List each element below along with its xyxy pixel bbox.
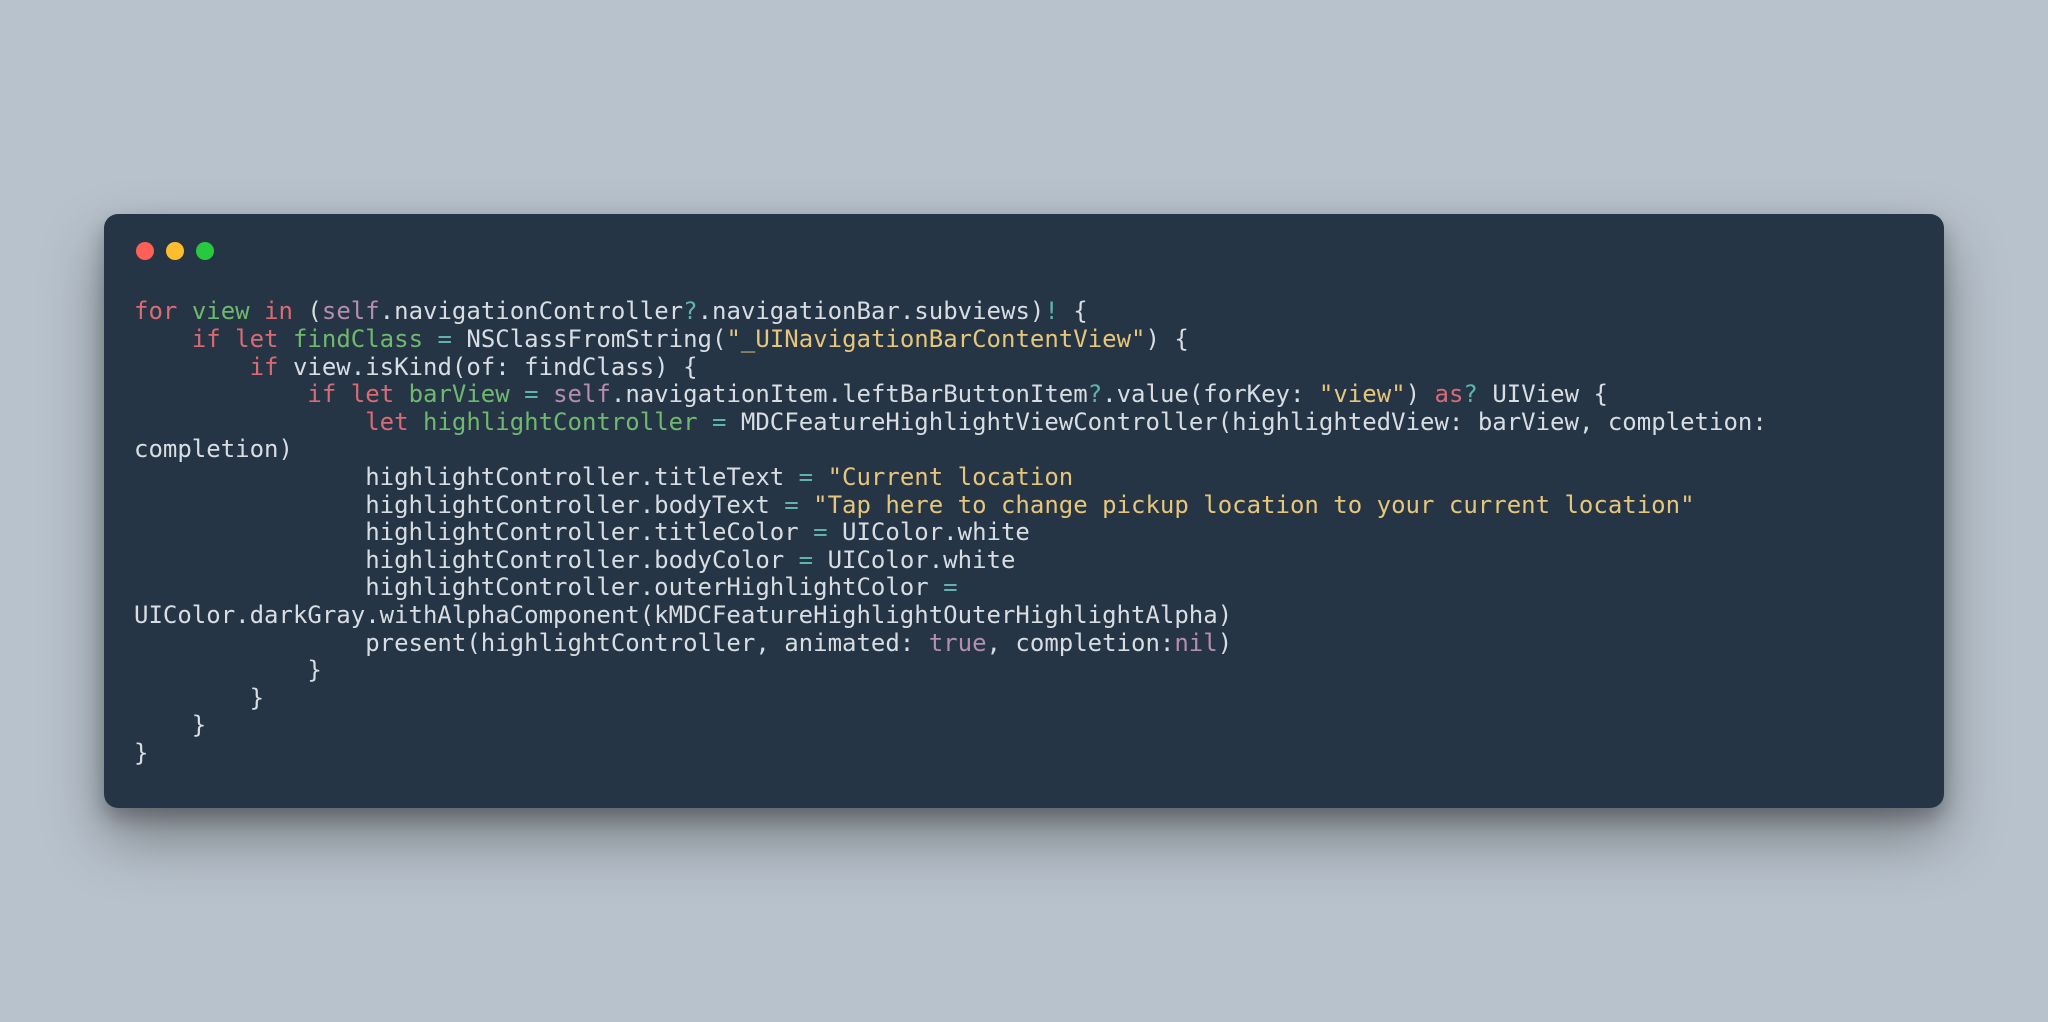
- close-icon[interactable]: [136, 242, 154, 260]
- code-content: for view in (self.navigationController?.…: [134, 298, 1914, 767]
- code-window: for view in (self.navigationController?.…: [104, 214, 1944, 807]
- zoom-icon[interactable]: [196, 242, 214, 260]
- minimize-icon[interactable]: [166, 242, 184, 260]
- window-controls: [136, 242, 1914, 260]
